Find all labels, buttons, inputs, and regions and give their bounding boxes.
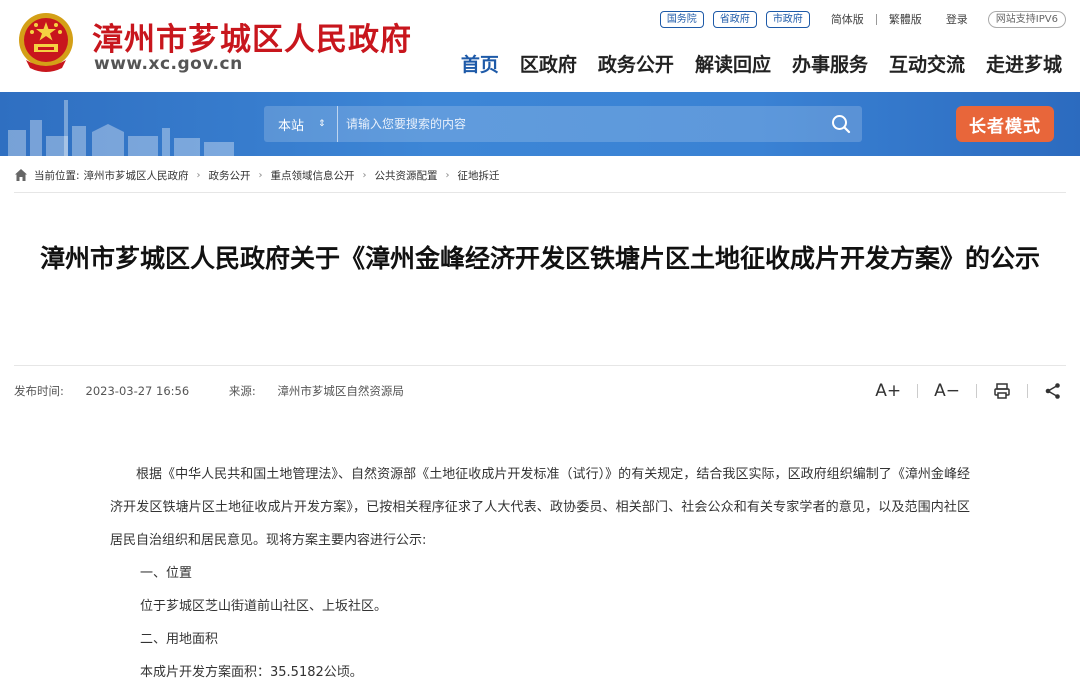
tool-divider: [976, 384, 977, 398]
search-box: 本站 ⇕: [264, 106, 862, 142]
breadcrumb-divider: [14, 192, 1066, 193]
breadcrumb-separator: ›: [445, 169, 450, 181]
breadcrumb-item-gov-affairs[interactable]: 政务公开: [209, 168, 251, 183]
breadcrumb-item-land-acquisition[interactable]: 征地拆迁: [458, 168, 500, 183]
breadcrumb-item-key-areas[interactable]: 重点领域信息公开: [271, 168, 355, 183]
search-icon: [832, 115, 851, 134]
print-button[interactable]: [993, 378, 1011, 404]
share-icon: [1045, 383, 1060, 399]
home-icon: [15, 169, 27, 181]
breadcrumb: 当前位置: 漳州市芗城区人民政府 › 政务公开 › 重点领域信息公开 › 公共资…: [14, 166, 1066, 184]
search-scope-select[interactable]: 本站 ⇕: [264, 106, 338, 142]
source-label: 来源:: [228, 384, 256, 398]
site-url: www.xc.gov.cn: [94, 54, 243, 74]
search-button[interactable]: [820, 106, 862, 142]
breadcrumb-separator: ›: [196, 169, 201, 181]
section-heading-area: 二、用地面积: [140, 632, 219, 647]
font-increase-button[interactable]: A+: [875, 378, 901, 404]
nav-services[interactable]: 办事服务: [792, 50, 868, 77]
nav-interpretation[interactable]: 解读回应: [695, 50, 771, 77]
lang-divider: [875, 13, 877, 25]
source: 漳州市芗城区自然资源局: [277, 384, 404, 398]
publish-time-label: 发布时间:: [14, 384, 64, 398]
traditional-chinese-link[interactable]: 繁體版: [889, 11, 922, 27]
breadcrumb-item-public-resources[interactable]: 公共资源配置: [375, 168, 438, 183]
breadcrumb-item-home[interactable]: 漳州市芗城区人民政府: [84, 168, 189, 183]
simplified-chinese-link[interactable]: 简体版: [831, 11, 864, 27]
nav-gov-affairs[interactable]: 政务公开: [598, 50, 674, 77]
breadcrumb-separator: ›: [362, 169, 367, 181]
article-body: 根据《中华人民共和国土地管理法》、自然资源部《土地征收成片开发标准（试行）》的有…: [110, 458, 970, 681]
provincial-gov-link[interactable]: 省政府: [712, 10, 757, 28]
meta-divider: [14, 365, 1066, 366]
login-link[interactable]: 登录: [946, 11, 968, 27]
site-header: 漳州市芗城区人民政府 www.xc.gov.cn 国务院 省政府 市政府 简体版…: [0, 0, 1080, 92]
section-text-area: 本成片开发方案面积：35.5182公顷。: [140, 665, 363, 680]
font-decrease-button[interactable]: A−: [934, 378, 960, 404]
search-scope-label: 本站: [278, 118, 305, 134]
city-skyline-illustration: [8, 100, 234, 156]
tool-divider: [917, 384, 919, 398]
elder-mode-button[interactable]: 长者模式: [956, 106, 1054, 142]
publish-time: 2023-03-27 16:56: [85, 384, 190, 398]
article-paragraph: 根据《中华人民共和国土地管理法》、自然资源部《土地征收成片开发标准（试行）》的有…: [110, 467, 970, 548]
state-council-link[interactable]: 国务院: [659, 10, 704, 28]
breadcrumb-separator: ›: [258, 169, 263, 181]
section-heading-location: 一、位置: [140, 566, 193, 581]
tool-divider: [1027, 384, 1028, 398]
ipv6-badge: 网站支持IPV6: [987, 10, 1066, 28]
article-tools: A+ A−: [875, 378, 1062, 404]
search-banner: 本站 ⇕: [0, 92, 1080, 156]
nav-interaction[interactable]: 互动交流: [889, 50, 965, 77]
article-meta: 发布时间: 2023-03-27 16:56 来源: 漳州市芗城区自然资源局: [14, 383, 440, 399]
search-input[interactable]: [346, 109, 820, 139]
national-emblem-icon: [19, 13, 73, 72]
share-button[interactable]: [1044, 378, 1062, 404]
top-links: 国务院 省政府 市政府 简体版 繁體版 登录 网站支持IPV6: [659, 10, 1066, 28]
nav-home[interactable]: 首页: [461, 50, 499, 77]
article-title: 漳州市芗城区人民政府关于《漳州金峰经济开发区铁塘片区土地征收成片开发方案》的公示: [39, 244, 1040, 273]
nav-about-xiangcheng[interactable]: 走进芗城: [986, 50, 1062, 77]
main-nav: 首页 区政府 政务公开 解读回应 办事服务 互动交流 走进芗城: [440, 50, 1062, 77]
site-name[interactable]: 漳州市芗城区人民政府: [92, 14, 412, 59]
chevron-updown-icon: ⇕: [318, 119, 326, 129]
breadcrumb-label: 当前位置:: [34, 169, 80, 182]
section-text-location: 位于芗城区芝山街道前山社区、上坂社区。: [140, 599, 388, 614]
nav-district-gov[interactable]: 区政府: [520, 50, 577, 77]
print-icon: [994, 383, 1010, 399]
city-gov-link[interactable]: 市政府: [765, 10, 810, 28]
